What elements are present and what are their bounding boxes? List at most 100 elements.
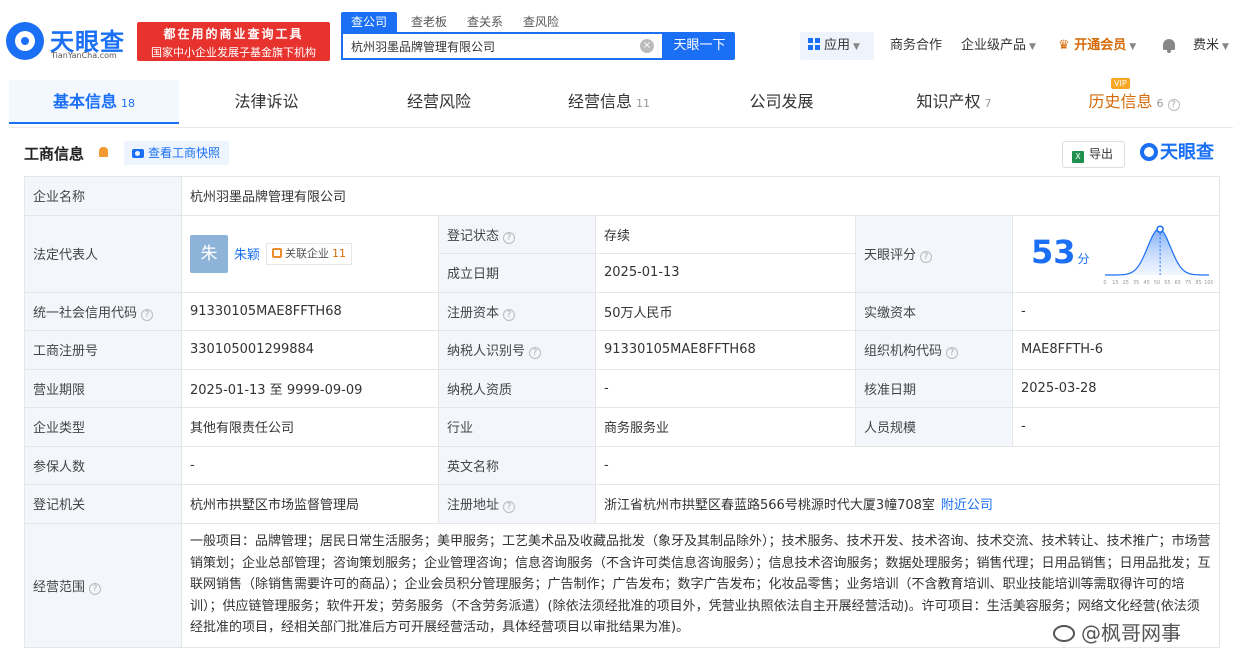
type-value: 其他有限责任公司 [181,407,439,447]
score-tick-label: 15 [1112,280,1118,286]
label-text: 经营范围 [33,579,86,595]
help-icon[interactable]: ? [89,582,102,595]
promo-line-2: 国家中小企业发展子基金旗下机构 [151,46,316,59]
found-date-label: 成立日期 [438,253,596,293]
score-tick-label: 85 [1195,280,1201,286]
apps-menu-button[interactable]: 应用 ▼ [800,32,874,60]
help-icon[interactable]: ? [503,231,516,244]
tianyancha-logo[interactable]: 天眼查 TianYanCha.com [6,22,130,66]
avatar[interactable]: 朱 [190,234,228,273]
tab-business-risk[interactable]: 经营风险 [354,80,524,124]
search-tab-company[interactable]: 查公司 [341,12,398,32]
score-distribution-chart: 0 15 25 35 45 50 55 65 75 85 100 [1103,224,1213,286]
apps-grid-icon [808,38,820,50]
view-snapshot-button[interactable]: 查看工商快照 [124,141,229,165]
nav-open-vip[interactable]: ♛ 开通会员 ▼ [1058,32,1136,60]
reg-capital-value: 50万人民币 [595,291,856,331]
related-companies-count: 11 [332,246,347,260]
label-text: 注册地址 [447,498,500,514]
taxpayer-id-label: 纳税人识别号? [438,330,596,370]
english-name-value: - [594,445,1221,485]
monitor-bell-icon[interactable] [99,147,108,157]
found-date-value: 2025-01-13 [595,253,856,293]
nav-vip-label: 开通会员 [1074,38,1127,53]
related-companies-button[interactable]: 关联企业 11 [266,242,353,265]
org-code-label: 组织机构代码? [855,330,1013,370]
tab-basic-info[interactable]: 基本信息 18 [9,80,179,124]
brand-text: 天眼查 [1160,142,1214,163]
tab-label: 公司发展 [749,92,814,111]
label-text: 注册资本 [447,305,500,321]
logo-eye-icon [6,22,44,60]
export-button[interactable]: X 导出 [1062,141,1125,168]
search-tab-relation[interactable]: 查关系 [467,12,503,32]
authority-value: 杭州市拱墅区市场监督管理局 [181,484,439,524]
chevron-down-icon: ▼ [1222,42,1229,52]
score-tick-label: 75 [1185,280,1191,286]
tab-label: 历史信息 [1088,92,1153,111]
search-box: × [341,32,664,60]
help-icon[interactable]: ? [141,308,154,321]
help-icon[interactable]: ? [1167,99,1180,111]
tab-litigation[interactable]: 法律诉讼 [179,80,354,124]
clear-icon[interactable]: × [640,39,654,53]
scope-label: 经营范围? [24,522,182,648]
address-value: 浙江省杭州市拱墅区春蓝路566号桃源时代大厦3幢708室 [604,498,935,514]
help-icon[interactable]: ? [920,251,933,263]
company-name-label: 企业名称 [24,176,182,216]
logo-eye-icon [1140,143,1158,161]
org-code-value: MAE8FFTH-6 [1011,330,1221,370]
score-tick-label: 50 [1154,280,1160,286]
weibo-icon [1053,625,1075,642]
brand-watermark-logo: 天眼查 [1140,141,1214,165]
score-tick-label: 55 [1164,280,1170,286]
tab-count: 6 [1156,97,1164,110]
help-icon[interactable]: ? [529,347,542,360]
tab-history-info[interactable]: 历史信息 6? VIP [1039,78,1229,124]
crown-icon: ♛ [1058,38,1075,53]
score-tick-label: 45 [1143,280,1149,286]
search-tab-risk[interactable]: 查风险 [523,12,559,32]
related-companies-label: 关联企业 [285,246,330,260]
tab-intellectual-property[interactable]: 知识产权 7 [869,80,1039,124]
industry-value: 商务服务业 [595,407,856,447]
legal-rep-label: 法定代表人 [24,214,182,293]
nav-business-cooperation[interactable]: 商务合作 [890,32,942,60]
nav-enterprise-products[interactable]: 企业级产品 ▼ [961,32,1036,60]
score-tick-label: 25 [1123,280,1129,286]
snapshot-label: 查看工商快照 [148,146,221,160]
help-icon[interactable]: ? [503,501,516,514]
label-text: 登记状态 [447,228,500,244]
industry-label: 行业 [438,407,596,447]
term-value: 2025-01-13 至 9999-09-09 [181,368,439,408]
search-tab-boss[interactable]: 查老板 [411,12,447,32]
tab-count: 7 [984,97,992,110]
tab-label: 经营风险 [406,92,471,111]
tab-company-development[interactable]: 公司发展 [694,80,869,124]
nav-enterprise-label: 企业级产品 [961,38,1027,53]
help-icon[interactable]: ? [946,347,959,360]
nearby-companies-link[interactable]: 附近公司 [941,498,993,513]
insured-label: 参保人数 [24,445,182,485]
approve-date-value: 2025-03-28 [1011,368,1221,408]
section-title: 工商信息 [24,145,85,163]
user-name: 费米 [1193,38,1220,53]
camera-icon [132,149,144,158]
help-icon[interactable]: ? [503,308,516,321]
weibo-watermark: @枫哥网事 [1053,617,1181,646]
search-button[interactable]: 天眼一下 [664,32,735,60]
promo-line-1: 都在用的商业查询工具 [163,27,304,41]
english-name-label: 英文名称 [438,445,596,485]
notification-bell-icon[interactable] [1162,38,1176,53]
reg-status-value: 存续 [595,214,856,254]
address-cell: 浙江省杭州市拱墅区春蓝路566号桃源时代大厦3幢708室 附近公司 [594,484,1221,524]
tab-business-info[interactable]: 经营信息 11 [524,80,694,124]
score-display: 53 分 [1031,233,1090,271]
related-company-icon [272,247,283,258]
apps-label: 应用 [824,38,851,53]
search-input[interactable] [343,34,623,58]
promo-banner[interactable]: 都在用的商业查询工具 国家中小企业发展子基金旗下机构 [137,22,330,61]
user-menu[interactable]: 费米 ▼ [1193,32,1229,60]
legal-rep-name-link[interactable]: 朱颖 [234,248,260,263]
score-cell[interactable]: 53 分 0 15 25 35 45 50 55 65 75 85 100 [1011,214,1221,293]
